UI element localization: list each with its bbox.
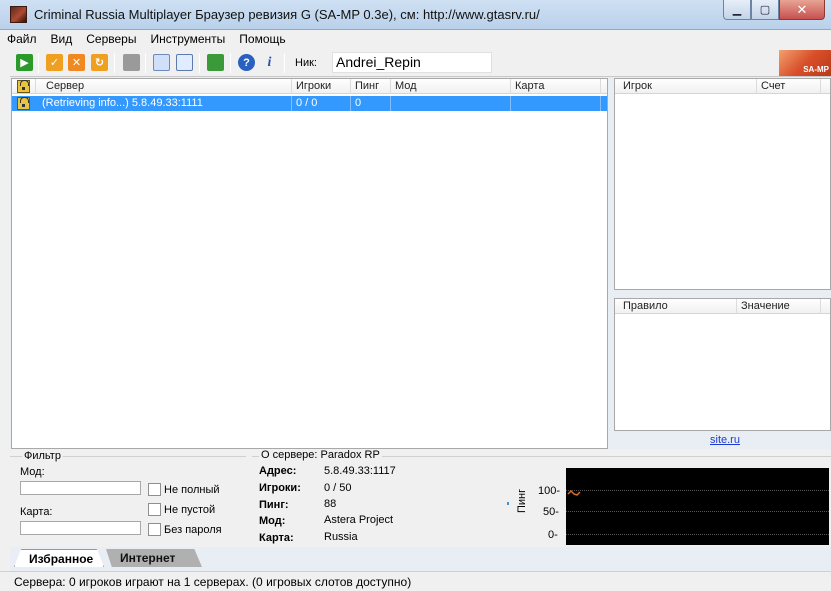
status-bar: Сервера: 0 игроков играют на 1 серверах.…: [0, 571, 831, 591]
players-list[interactable]: Игрок Счет: [614, 78, 831, 290]
server-info-title: О сервере: Paradox RP: [259, 449, 382, 461]
row-mode: [391, 96, 511, 111]
properties-icon[interactable]: [123, 54, 140, 71]
refresh-icon[interactable]: ↻: [91, 54, 108, 71]
address-value: 5.8.49.33:1117: [324, 465, 396, 477]
column-player[interactable]: Игрок: [615, 79, 757, 94]
maximize-button[interactable]: ▢: [751, 0, 779, 20]
menu-servers[interactable]: Серверы: [79, 30, 143, 49]
ping-tick-50: 50-: [543, 506, 559, 518]
copy-icon[interactable]: [153, 54, 170, 71]
map-label: Карта:: [259, 532, 294, 544]
connect-icon[interactable]: ▶: [16, 54, 33, 71]
rules-list[interactable]: Правило Значение: [614, 298, 831, 431]
add-favorite-icon[interactable]: ✓: [46, 54, 63, 71]
tab-favorites[interactable]: Избранное: [14, 549, 104, 567]
close-button[interactable]: ✕: [779, 0, 825, 20]
master-list-icon[interactable]: [207, 54, 224, 71]
nick-label: Ник:: [295, 57, 317, 69]
filter-map-label: Карта:: [20, 506, 53, 518]
app-icon: [10, 6, 27, 23]
mode-label: Мод:: [259, 515, 286, 527]
not-full-label: Не полный: [164, 484, 220, 496]
row-players: 0 / 0: [292, 96, 351, 111]
column-value[interactable]: Значение: [737, 299, 821, 314]
filter-title: Фильтр: [22, 450, 63, 462]
ping-label: Пинг:: [259, 499, 289, 511]
menu-view[interactable]: Вид: [44, 30, 80, 49]
edit-icon[interactable]: [176, 54, 193, 71]
ping-axis-label: Пинг: [516, 488, 528, 513]
filter-map-input[interactable]: [20, 521, 141, 535]
address-label: Адрес:: [259, 465, 297, 477]
no-password-label: Без пароля: [164, 524, 222, 536]
help-icon[interactable]: ?: [238, 54, 255, 71]
map-value: Russia: [324, 531, 358, 543]
menu-bar: Файл Вид Серверы Инструменты Помощь: [0, 30, 831, 49]
not-empty-checkbox[interactable]: [148, 503, 161, 516]
lock-icon: [17, 80, 30, 93]
column-mode[interactable]: Мод: [391, 79, 511, 94]
minimize-button[interactable]: ▁: [723, 0, 751, 20]
samp-logo: SA-MP: [779, 50, 831, 76]
ping-graph: [566, 468, 829, 545]
table-row[interactable]: (Retrieving info...) 5.8.49.33:1111 0 / …: [12, 96, 607, 111]
window-title: Criminal Russia Multiplayer Браузер реви…: [34, 7, 540, 22]
ping-value: 88: [324, 498, 337, 510]
ping-tick-0: 0-: [548, 529, 558, 541]
lock-icon: [17, 97, 30, 110]
not-empty-label: Не пустой: [164, 504, 216, 516]
tab-internet[interactable]: Интернет: [106, 549, 202, 567]
bottom-panel: Фильтр Мод: Карта: Не полный Не пустой Б…: [10, 449, 831, 547]
column-map[interactable]: Карта: [511, 79, 601, 94]
no-password-checkbox[interactable]: [148, 523, 161, 536]
menu-file[interactable]: Файл: [0, 30, 44, 49]
toolbar: ▶ ✓ ✕ ↻ ? i Ник: Andrei_Repin SA-MP: [0, 49, 831, 77]
filter-mode-input[interactable]: [20, 481, 141, 495]
players-value: 0 / 50: [324, 482, 352, 494]
mode-value: Astera Project: [324, 514, 394, 526]
site-link[interactable]: site.ru: [710, 434, 740, 446]
row-map: [511, 96, 601, 111]
filter-mode-label: Мод:: [20, 466, 45, 478]
ping-line: [567, 489, 581, 496]
not-full-checkbox[interactable]: [148, 483, 161, 496]
ping-tick-100: 100-: [538, 485, 561, 497]
about-icon[interactable]: i: [261, 54, 278, 71]
row-ping: 0: [351, 96, 391, 111]
column-players[interactable]: Игроки: [292, 79, 351, 94]
menu-tools[interactable]: Инструменты: [143, 30, 232, 49]
column-score[interactable]: Счет: [757, 79, 821, 94]
title-bar: Criminal Russia Multiplayer Браузер реви…: [0, 0, 831, 30]
players-label: Игроки:: [259, 482, 301, 494]
column-ping[interactable]: Пинг: [351, 79, 391, 94]
column-server[interactable]: Сервер: [42, 79, 292, 94]
menu-help[interactable]: Помощь: [232, 30, 292, 49]
lock-column-header[interactable]: [12, 79, 36, 94]
delete-server-icon[interactable]: ✕: [68, 54, 85, 71]
row-server: (Retrieving info...) 5.8.49.33:1111: [38, 96, 292, 111]
server-list[interactable]: Сервер Игроки Пинг Мод Карта (Retrieving…: [11, 78, 608, 449]
column-rule[interactable]: Правило: [615, 299, 737, 314]
nick-input[interactable]: Andrei_Repin: [332, 52, 492, 73]
